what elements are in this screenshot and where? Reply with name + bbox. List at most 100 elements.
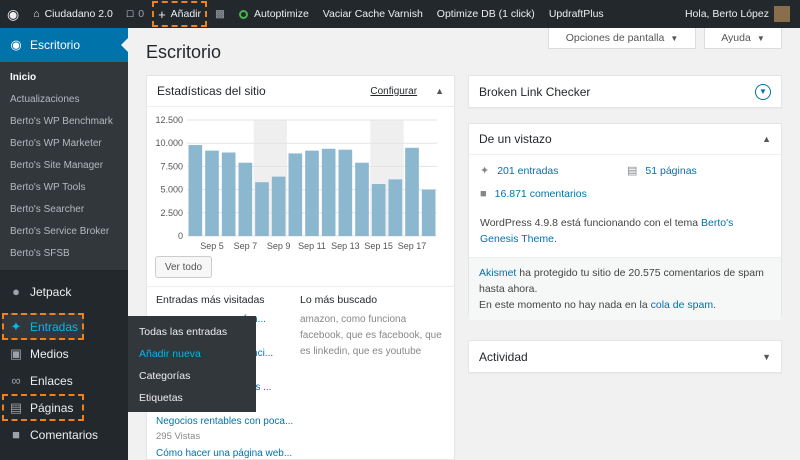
chart-bar: [238, 162, 253, 236]
flyout-tags[interactable]: Etiquetas: [128, 387, 256, 409]
broken-link-header: Broken Link Checker ▼: [469, 76, 781, 107]
glance-posts[interactable]: ✦ 201 entradas: [480, 164, 559, 178]
menu-comments-label: Comentarios: [30, 427, 99, 442]
menu-pages[interactable]: ▤ Páginas: [2, 394, 84, 421]
y-tick-label: 12.500: [155, 115, 183, 125]
chart-bar: [321, 148, 336, 236]
comment-bubble-icon: ■: [480, 188, 487, 200]
activity-widget: Actividad ▼: [468, 340, 782, 373]
chart-bar: [288, 153, 303, 236]
wp-version-text: WordPress 4.9.8 está funcionando con el …: [480, 217, 734, 245]
y-tick-label: 10.000: [155, 138, 183, 148]
help-label: Ayuda: [721, 32, 751, 44]
visited-post-link[interactable]: Cómo hacer una página web...: [156, 448, 292, 459]
stats-header: Estadísticas del sitio Configurar ▲: [147, 76, 454, 107]
glance-comments-link[interactable]: 16.871 comentarios: [495, 188, 587, 200]
configure-link[interactable]: Configurar: [370, 86, 417, 97]
screen-options-button[interactable]: Opciones de pantalla ▼: [548, 28, 696, 49]
submenu-item[interactable]: Berto's WP Tools: [0, 177, 128, 199]
submenu-item[interactable]: Berto's WP Benchmark: [0, 111, 128, 133]
help-button[interactable]: Ayuda ▼: [704, 28, 782, 49]
submenu-item[interactable]: Berto's Searcher: [0, 199, 128, 221]
site-name-link[interactable]: ⌂ Ciudadano 2.0: [26, 0, 120, 28]
akismet-link[interactable]: Akismet: [479, 267, 516, 279]
chart-bar: [371, 184, 386, 236]
comments-icon: ■: [12, 427, 20, 442]
collapse-toggle-icon[interactable]: ▲: [435, 86, 444, 96]
chart-bar: [421, 189, 436, 236]
submenu-item[interactable]: Actualizaciones: [0, 89, 128, 111]
add-new-button[interactable]: + Añadir: [151, 0, 208, 28]
chart-bar: [338, 149, 353, 236]
chart-bar: [305, 150, 319, 236]
chevron-down-icon[interactable]: ▼: [755, 83, 771, 100]
updraftplus-link[interactable]: UpdraftPlus: [542, 0, 611, 28]
status-dot-icon: [238, 9, 248, 19]
comment-bubble-icon: □: [126, 8, 134, 20]
stats-chart: 0 2.500 5.000 7.500 10.000 12.500 Sep 5 Sep 7 Se…: [155, 115, 437, 251]
page-title: Escritorio: [146, 42, 222, 62]
flyout-all-posts[interactable]: Todas las entradas: [128, 321, 256, 343]
submenu-item[interactable]: Berto's WP Marketer: [0, 133, 128, 155]
akismet-notice: Akismet ha protegido tu sitio de 20.575 …: [469, 257, 781, 320]
y-tick-label: 2.500: [160, 208, 183, 218]
collapse-toggle-icon[interactable]: ▲: [762, 134, 771, 144]
comments-link[interactable]: □ 0: [120, 0, 151, 28]
stats-title: Estadísticas del sitio: [157, 84, 266, 98]
chart-bar: [355, 162, 369, 236]
menu-comments[interactable]: ■ Comentarios: [0, 421, 128, 448]
x-tick-label: Sep 9: [267, 241, 291, 251]
menu-posts-label: Entradas: [30, 319, 79, 334]
dashboard-icon: ◉: [10, 37, 22, 52]
x-tick-label: Sep 17: [398, 241, 427, 251]
yoast-icon[interactable]: ▩: [208, 0, 232, 28]
menu-dashboard-label: Escritorio: [30, 38, 81, 52]
home-icon: ⌂: [33, 8, 40, 20]
glance-comments[interactable]: ■ 16.871 comentarios: [480, 188, 587, 200]
admin-sidebar: ◉ Escritorio Inicio Actualizaciones Bert…: [0, 28, 128, 460]
visited-post-link[interactable]: Negocios rentables con poca...: [156, 416, 293, 427]
posts-flyout-menu: Todas las entradas Añadir nueva Categorí…: [128, 316, 256, 412]
varnish-link[interactable]: Vaciar Cache Varnish: [316, 0, 430, 28]
media-icon: ▣: [9, 345, 23, 361]
add-new-label: Añadir: [170, 8, 202, 20]
submenu-item[interactable]: Berto's SFSB: [0, 243, 128, 265]
chart-bar: [271, 176, 286, 236]
wordpress-logo-icon[interactable]: ◉: [0, 0, 26, 28]
search-terms: amazon, como funciona facebook, que es f…: [300, 314, 442, 357]
menu-jetpack[interactable]: ● Jetpack: [0, 278, 128, 305]
jetpack-icon: ●: [12, 284, 20, 299]
x-tick-label: Sep 7: [234, 241, 258, 251]
chart-bar: [388, 179, 403, 236]
screen-options-label: Opciones de pantalla: [565, 32, 665, 44]
glance-pages-link[interactable]: 51 páginas: [645, 165, 696, 177]
pages-icon: ▤: [9, 399, 23, 415]
menu-media[interactable]: ▣ Medios: [0, 340, 128, 367]
submenu-item[interactable]: Berto's Site Manager: [0, 155, 128, 177]
user-account-link[interactable]: Hola, Berto López: [678, 0, 800, 28]
view-all-button[interactable]: Ver todo: [155, 256, 212, 278]
glance-title: De un vistazo: [479, 132, 552, 146]
y-tick-label: 0: [178, 231, 183, 241]
menu-links[interactable]: ∞ Enlaces: [0, 367, 128, 394]
at-a-glance-widget: De un vistazo ▲ ✦ 201 entradas ▤ 51 página…: [468, 123, 782, 320]
autoptimize-link[interactable]: Autoptimize: [232, 0, 316, 28]
flyout-add-new[interactable]: Añadir nueva: [128, 343, 256, 365]
menu-posts[interactable]: ✦ Entradas: [2, 313, 84, 340]
spam-queue-link[interactable]: cola de spam: [651, 299, 713, 311]
menu-dashboard[interactable]: ◉ Escritorio: [0, 28, 128, 62]
submenu-item[interactable]: Berto's Service Broker: [0, 221, 128, 243]
y-tick-label: 7.500: [160, 161, 183, 171]
glance-posts-link[interactable]: 201 entradas: [497, 165, 558, 177]
user-greeting: Hola, Berto López: [684, 8, 769, 20]
y-tick-label: 5.000: [160, 185, 183, 195]
activity-title: Actividad: [479, 349, 528, 364]
post-views: 295 Vistas: [156, 431, 201, 442]
flyout-categories[interactable]: Categorías: [128, 365, 256, 387]
expand-toggle-icon[interactable]: ▼: [762, 352, 771, 362]
submenu-item[interactable]: Inicio: [0, 67, 128, 89]
admin-bar: ◉ ⌂ Ciudadano 2.0 □ 0 + Añadir ▩ Autoptimiz…: [0, 0, 800, 28]
optimize-db-link[interactable]: Optimize DB (1 click): [430, 0, 542, 28]
glance-pages[interactable]: ▤ 51 páginas: [627, 164, 697, 178]
broken-link-checker-widget: Broken Link Checker ▼: [468, 75, 782, 108]
